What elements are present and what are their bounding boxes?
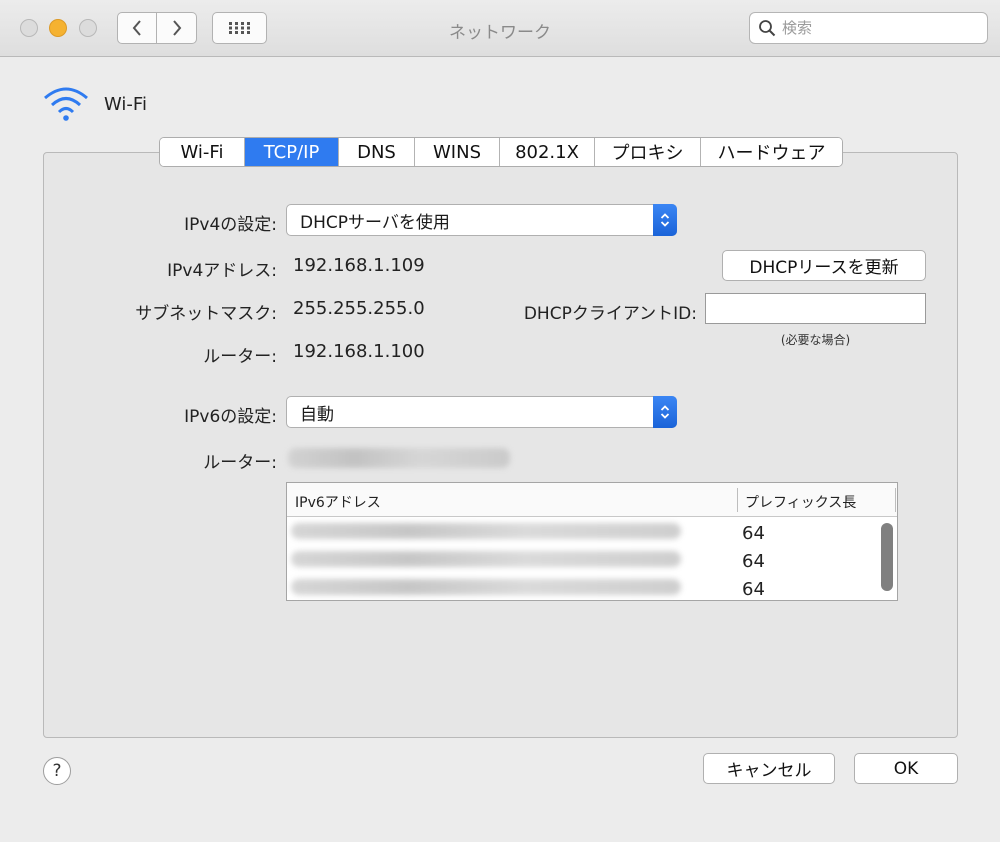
tab-wifi[interactable]: Wi-Fi <box>160 138 245 166</box>
column-header-prefix[interactable]: プレフィックス長 <box>745 492 856 512</box>
ipv6-config-value: 自動 <box>300 404 334 425</box>
forward-icon <box>172 20 181 36</box>
ipv6-router-value-redacted <box>288 448 510 468</box>
tcpip-panel <box>43 152 958 738</box>
tab-hardware[interactable]: ハードウェア <box>701 138 842 166</box>
tab-wins[interactable]: WINS <box>415 138 500 166</box>
close-window-button[interactable] <box>20 19 38 37</box>
scrollbar-thumb[interactable] <box>881 523 893 591</box>
interface-name: Wi-Fi <box>104 93 147 115</box>
ipv6-router-label: ルーター: <box>203 453 277 473</box>
table-header: IPv6アドレス プレフィックス長 <box>287 483 897 517</box>
search-box[interactable] <box>749 12 988 44</box>
prefix-length: 64 <box>742 523 765 544</box>
back-icon <box>132 20 141 36</box>
ipv4-router-label: ルーター: <box>203 347 277 367</box>
ipv4-address-label: IPv4アドレス: <box>167 261 277 281</box>
dhcp-client-id-field[interactable] <box>705 293 926 324</box>
prefix-length: 64 <box>742 579 765 600</box>
popup-arrows-icon <box>653 204 677 236</box>
tab-8021x[interactable]: 802.1X <box>500 138 595 166</box>
popup-arrows-icon <box>653 396 677 428</box>
tab-tcpip[interactable]: TCP/IP <box>245 138 339 166</box>
ipv4-address-value: 192.168.1.109 <box>293 255 425 276</box>
back-button[interactable] <box>117 12 157 44</box>
search-input[interactable] <box>782 19 972 37</box>
subnet-mask-value: 255.255.255.0 <box>293 298 425 319</box>
column-divider <box>895 488 896 512</box>
show-all-button[interactable] <box>212 12 267 44</box>
cancel-button[interactable]: キャンセル <box>703 753 835 784</box>
show-all-grid-icon <box>228 22 250 34</box>
subnet-mask-label: サブネットマスク: <box>135 304 277 324</box>
ipv6-address-redacted <box>291 523 681 539</box>
ipv6-address-redacted <box>291 551 681 567</box>
ipv6-address-table[interactable]: IPv6アドレス プレフィックス長 64 64 64 <box>286 482 898 601</box>
column-header-address[interactable]: IPv6アドレス <box>295 492 381 512</box>
ipv4-router-value: 192.168.1.100 <box>293 341 425 362</box>
ipv4-config-popup[interactable]: DHCPサーバを使用 <box>286 204 677 236</box>
ipv4-config-value: DHCPサーバを使用 <box>300 212 450 233</box>
table-scrollbar[interactable] <box>881 523 893 593</box>
help-button[interactable]: ? <box>43 757 71 785</box>
search-icon <box>759 20 776 37</box>
dhcp-client-id-label: DHCPクライアントID: <box>523 304 697 324</box>
window-titlebar: ネットワーク <box>0 0 1000 57</box>
column-divider <box>737 488 738 512</box>
tab-proxy[interactable]: プロキシ <box>595 138 701 166</box>
ipv6-address-redacted <box>291 579 681 595</box>
tab-dns[interactable]: DNS <box>339 138 415 166</box>
ipv6-config-popup[interactable]: 自動 <box>286 396 677 428</box>
tab-bar: Wi-Fi TCP/IP DNS WINS 802.1X プロキシ ハードウェア <box>159 137 843 167</box>
forward-button[interactable] <box>157 12 197 44</box>
interface-header: Wi-Fi <box>42 86 147 122</box>
ipv6-config-label: IPv6の設定: <box>184 407 277 427</box>
ok-button[interactable]: OK <box>854 753 958 784</box>
dhcp-client-id-hint: (必要な場合) <box>780 333 851 347</box>
renew-dhcp-lease-button[interactable]: DHCPリースを更新 <box>722 250 926 281</box>
ipv4-config-label: IPv4の設定: <box>184 215 277 235</box>
zoom-window-button[interactable] <box>79 19 97 37</box>
minimize-window-button[interactable] <box>49 19 67 37</box>
prefix-length: 64 <box>742 551 765 572</box>
wifi-icon <box>44 87 88 121</box>
